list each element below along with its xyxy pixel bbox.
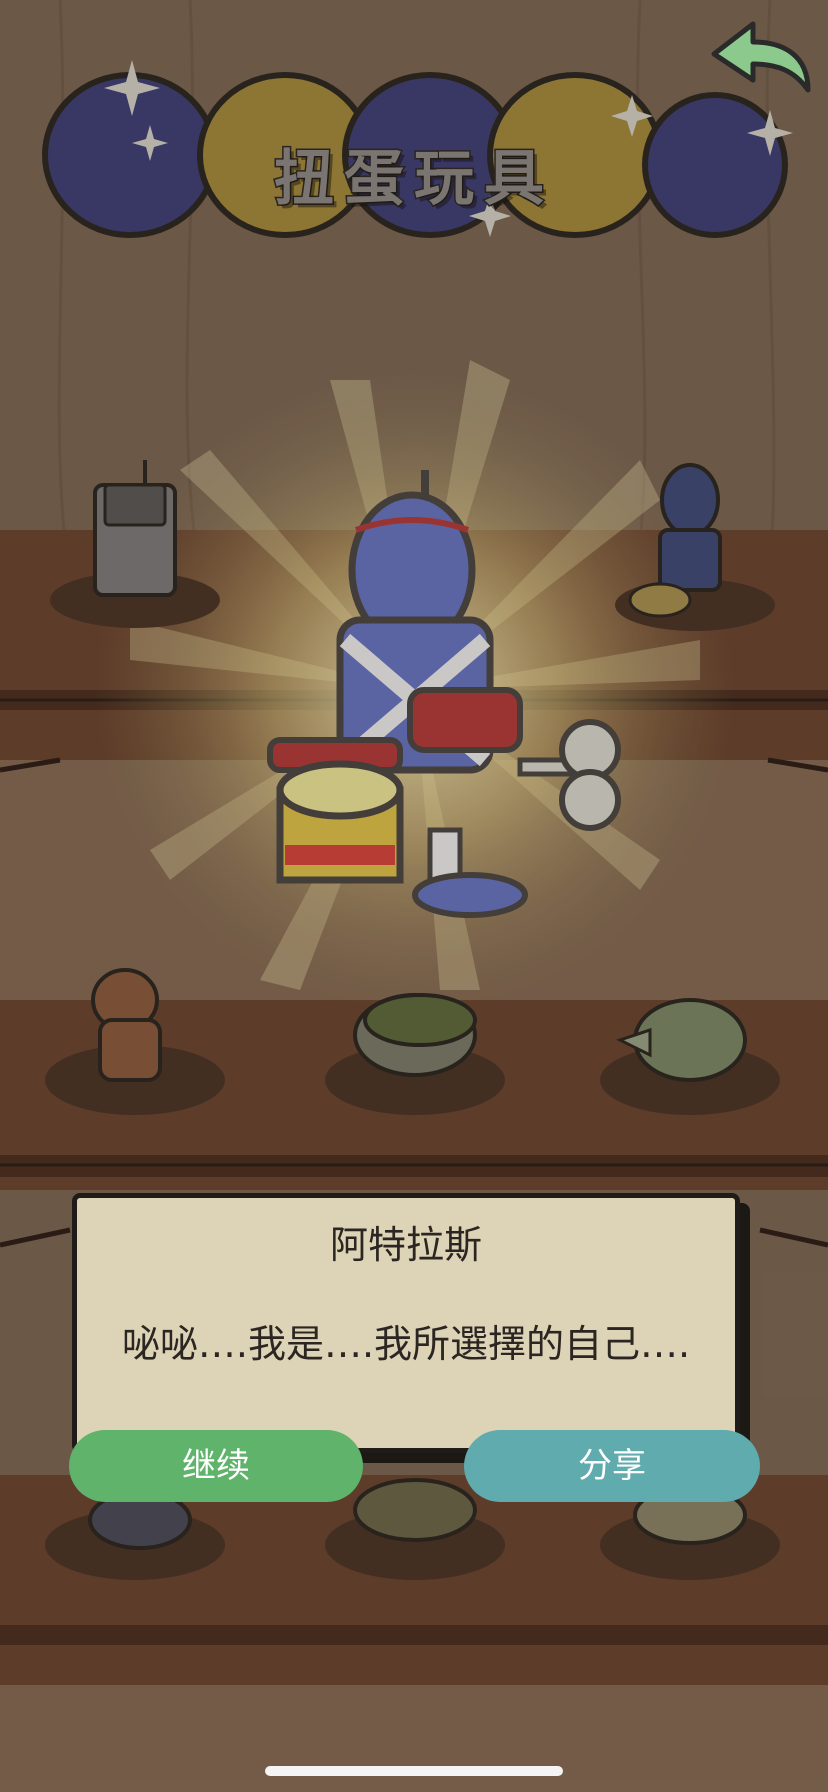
dialog-character-name: 阿特拉斯: [329, 1223, 482, 1267]
back-arrow-icon: [711, 21, 811, 93]
game-scene: [0, 0, 828, 1792]
back-button[interactable]: [708, 10, 820, 100]
dialog-message: 咇咇….我是….我所選擇的自己….: [121, 1322, 691, 1366]
continue-button[interactable]: 继续: [69, 1430, 363, 1502]
share-button[interactable]: 分享: [464, 1430, 760, 1502]
home-indicator[interactable]: [265, 1766, 563, 1776]
dialog-box: 阿特拉斯 咇咇….我是….我所選擇的自己….: [72, 1193, 740, 1453]
page-title: 扭蛋玩具: [273, 143, 554, 216]
